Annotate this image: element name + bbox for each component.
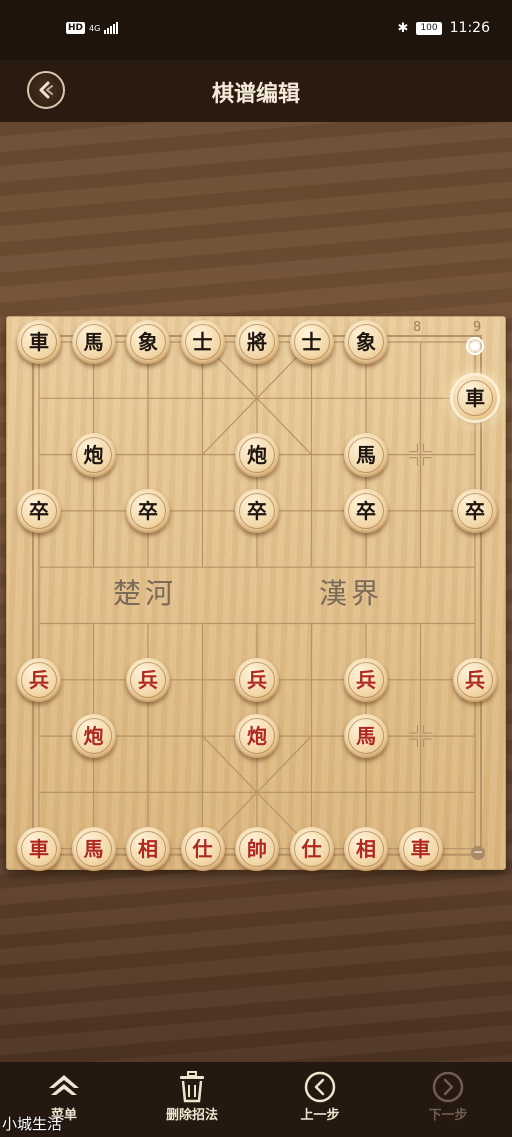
piece-label: 車 [410,836,431,861]
watermark-text: 小城生活 [2,1115,63,1133]
piece-black-4[interactable]: 將 [235,320,279,364]
piece-red-20[interactable]: 兵 [453,657,497,702]
battery-indicator: 100 [416,21,442,35]
piece-black-13[interactable]: 卒 [235,488,279,533]
piece-label: 車 [465,386,485,411]
piece-black-15[interactable]: 卒 [453,488,497,533]
piece-label: 炮 [247,724,267,749]
page-title: 棋谱编辑 [211,82,300,107]
piece-black-9[interactable]: 炮 [235,432,279,477]
river-label-han: 漢界 [319,577,384,610]
status-bar: HD 4G ✱ 100 11:26 [0,0,512,60]
piece-label: 卒 [138,498,158,523]
piece-label: 卒 [247,498,267,523]
next-step-button[interactable]: 下一步 [398,1070,498,1132]
river-label-chu: 楚河 [113,577,178,610]
signal-icon [104,22,119,34]
piece-label: 士 [301,330,322,354]
clock: 11:26 [449,20,490,36]
piece-black-6[interactable]: 象 [344,320,388,364]
status-left: HD 4G [66,22,119,34]
network-type: 4G [89,23,101,33]
prev-step-button[interactable]: 上一步 [270,1070,370,1132]
piece-label: 馬 [83,836,104,861]
piece-black-12[interactable]: 卒 [126,488,170,533]
piece-black-3[interactable]: 士 [180,320,225,364]
piece-label: 相 [356,836,376,861]
piece-label: 仕 [192,836,213,861]
piece-red-29[interactable]: 仕 [289,826,334,871]
piece-red-31[interactable]: 車 [398,826,443,871]
piece-black-1[interactable]: 馬 [71,320,116,364]
piece-label: 相 [138,836,158,861]
piece-red-26[interactable]: 相 [126,826,170,871]
file-label-9: 9 [473,320,482,335]
piece-label: 車 [29,330,49,354]
piece-red-19[interactable]: 兵 [344,657,388,702]
piece-black-0[interactable]: 車 [17,320,61,364]
piece-red-30[interactable]: 相 [344,826,388,871]
chevron-left-circle-icon [304,1071,336,1103]
piece-label: 兵 [465,667,485,692]
piece-label: 馬 [356,442,376,467]
trash-icon [180,1071,204,1103]
piece-label: 兵 [138,667,158,692]
piece-label: 炮 [83,724,104,749]
hd-badge: HD [66,22,86,34]
piece-label: 卒 [356,498,376,523]
piece-black-2[interactable]: 象 [126,320,170,364]
piece-label: 兵 [247,667,267,692]
piece-red-17[interactable]: 兵 [126,657,170,702]
piece-label: 卒 [465,498,485,523]
piece-label: 帥 [247,836,267,861]
piece-label: 炮 [247,442,267,467]
piece-label: 士 [192,330,213,354]
piece-red-27[interactable]: 仕 [180,826,225,871]
piece-red-24[interactable]: 車 [17,826,61,871]
delete-move-label: 删除招法 [165,1108,218,1123]
status-right: ✱ 100 11:26 [398,20,490,36]
file-label-8: 8 [413,320,422,335]
piece-red-22[interactable]: 炮 [235,714,279,759]
piece-label: 象 [356,330,376,354]
piece-red-28[interactable]: 帥 [235,826,279,871]
piece-red-16[interactable]: 兵 [17,657,61,702]
piece-label: 炮 [83,442,104,467]
piece-label: 馬 [83,330,104,354]
chevron-right-circle-icon [432,1071,464,1103]
piece-black-5[interactable]: 士 [289,320,334,364]
piece-label: 卒 [29,498,49,523]
minus-icon: − [471,845,485,860]
piece-black-7-selected[interactable]: 車 [453,376,497,421]
bluetooth-icon: ✱ [397,20,409,36]
piece-black-14[interactable]: 卒 [344,488,388,533]
header-bar: 棋谱编辑 [0,60,512,123]
piece-label: 象 [138,330,158,354]
bottom-toolbar: 菜单 删除招法 上一步 下一步 [0,1062,512,1137]
piece-label: 車 [29,836,49,861]
piece-red-18[interactable]: 兵 [235,657,279,702]
piece-label: 馬 [356,724,376,749]
piece-black-8[interactable]: 炮 [71,432,116,477]
piece-label: 兵 [356,667,376,692]
menu-icon [49,1075,79,1095]
piece-label: 將 [247,330,267,354]
piece-black-10[interactable]: 馬 [344,432,388,477]
piece-black-11[interactable]: 卒 [17,488,61,533]
piece-red-25[interactable]: 馬 [71,826,116,871]
piece-red-23[interactable]: 馬 [344,714,388,759]
piece-label: 兵 [29,667,49,692]
next-step-label: 下一步 [428,1108,468,1123]
piece-red-21[interactable]: 炮 [71,714,116,759]
prev-step-label: 上一步 [300,1108,340,1123]
delete-move-button[interactable]: 删除招法 [142,1070,242,1132]
piece-label: 仕 [301,836,322,861]
chess-board[interactable]: 8 9 楚河 漢界 − 車馬象士將士象車炮炮馬卒卒卒卒卒兵兵兵兵兵炮炮馬車馬相仕… [6,316,506,871]
last-move-origin-marker [466,337,484,355]
board-grid [32,335,482,856]
